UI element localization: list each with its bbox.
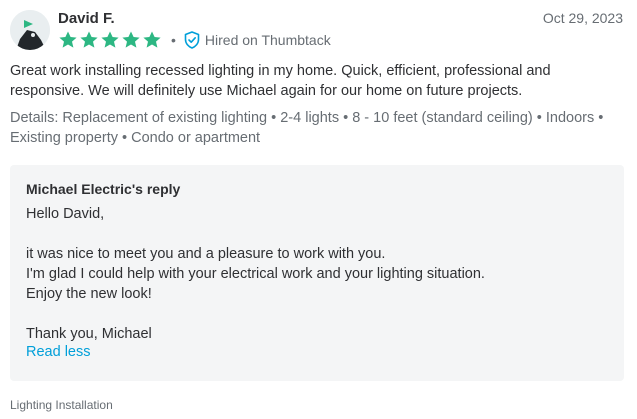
- reply-line: I'm glad I could help with your electric…: [26, 266, 485, 282]
- reply-line: [26, 224, 606, 244]
- review-text: Great work installing recessed lighting …: [10, 63, 551, 99]
- service-category: Lighting Installation: [10, 398, 113, 412]
- hired-label: Hired on Thumbtack: [204, 32, 331, 48]
- reply-line: Enjoy the new look!: [26, 286, 152, 302]
- rating-row: • Hired on Thumbtack: [58, 30, 331, 50]
- reviewer-name: David F.: [58, 10, 115, 27]
- reply-title: Michael Electric's reply: [26, 181, 181, 197]
- review-date: Oct 29, 2023: [542, 10, 623, 26]
- pro-reply: Michael Electric's reply Hello David, it…: [10, 165, 624, 381]
- star-icon: [59, 31, 77, 48]
- star-icon: [101, 31, 119, 48]
- star-icon: [143, 31, 161, 48]
- star-rating: [58, 30, 163, 50]
- reply-line: [26, 304, 606, 324]
- shield-check-icon: [184, 31, 200, 49]
- job-details: Details: Replacement of existing lightin…: [10, 110, 604, 146]
- reply-line: Hello David,: [26, 206, 105, 222]
- reply-body: Hello David, it was nice to meet you and…: [26, 204, 606, 344]
- reply-line: Thank you, Michael: [26, 326, 152, 342]
- separator-dot: •: [171, 32, 176, 48]
- avatar: [10, 10, 50, 50]
- read-less-link[interactable]: Read less: [26, 344, 90, 360]
- avatar-icon: [10, 10, 50, 50]
- hired-badge: Hired on Thumbtack: [184, 31, 331, 49]
- reply-line: it was nice to meet you and a pleasure t…: [26, 246, 386, 262]
- review-card: David F. Oct 29, 2023 • Hired on Thumbta…: [0, 0, 637, 419]
- star-icon: [122, 31, 140, 48]
- star-icon: [80, 31, 98, 48]
